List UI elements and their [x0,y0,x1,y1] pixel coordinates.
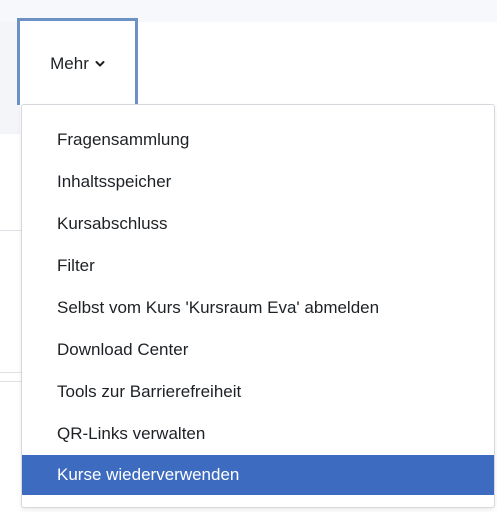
divider [0,230,22,231]
menu-item-accessibility-tools[interactable]: Tools zur Barrierefreiheit [22,371,494,413]
divider [0,381,22,382]
more-tab-button[interactable]: Mehr [17,18,138,105]
dropdown-list: Fragensammlung Inhaltsspeicher Kursabsch… [22,119,494,495]
more-tab-label: Mehr [50,54,89,73]
menu-item-kursabschluss[interactable]: Kursabschluss [22,203,494,245]
menu-item-unenrol[interactable]: Selbst vom Kurs 'Kursraum Eva' abmelden [22,287,494,329]
menu-item-download-center[interactable]: Download Center [22,329,494,371]
menu-item-filter[interactable]: Filter [22,245,494,287]
menu-item-qr-links[interactable]: QR-Links verwalten [22,413,494,455]
more-tab-content: Mehr [50,54,105,74]
menu-item-inhaltsspeicher[interactable]: Inhaltsspeicher [22,161,494,203]
divider [0,372,22,373]
menu-item-course-reuse[interactable]: Kurse wiederverwenden [22,455,494,495]
chevron-down-icon [95,59,105,69]
menu-item-fragensammlung[interactable]: Fragensammlung [22,119,494,161]
more-dropdown-menu: Fragensammlung Inhaltsspeicher Kursabsch… [21,104,495,508]
